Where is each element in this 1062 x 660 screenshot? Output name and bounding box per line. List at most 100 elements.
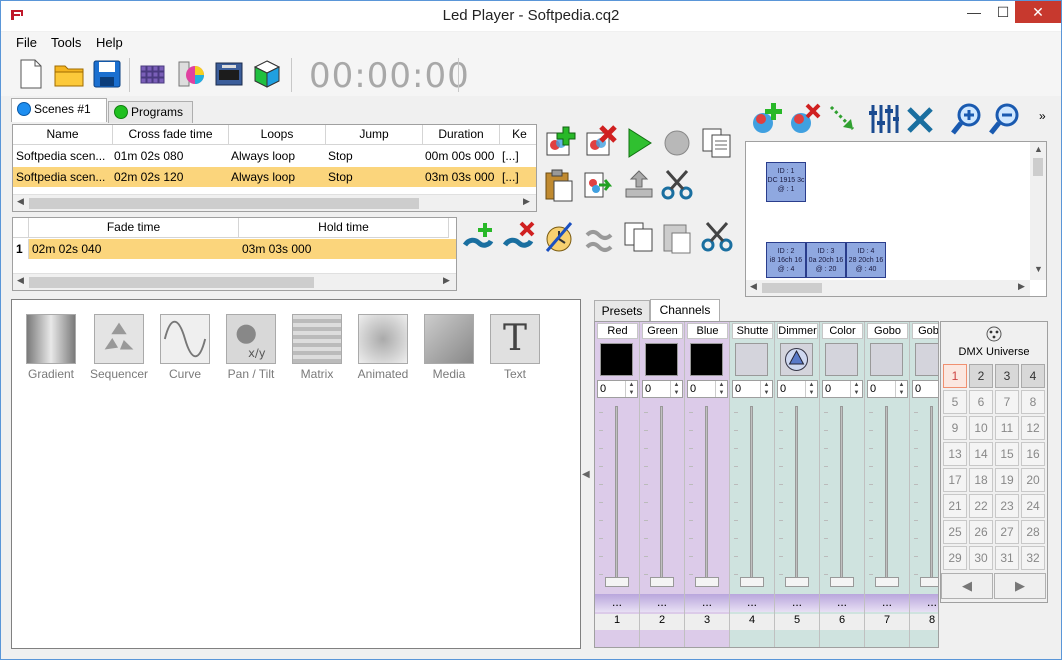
channel-menu-button[interactable]: ... [775, 594, 819, 612]
channel-value-spinner[interactable]: 0▲▼ [777, 380, 818, 398]
channel-color-swatch[interactable] [645, 343, 678, 376]
menu-help[interactable]: Help [96, 35, 123, 50]
delete-scene-icon[interactable] [581, 125, 617, 161]
fader-track[interactable] [930, 406, 933, 586]
close-button[interactable]: ✕ [1015, 1, 1061, 23]
channel-color-swatch[interactable] [915, 343, 938, 376]
dmx-universe-button[interactable]: 9 [943, 416, 967, 440]
delete-step-icon[interactable] [501, 219, 537, 255]
dmx-universe-button[interactable]: 12 [1021, 416, 1045, 440]
scenes-hscrollbar[interactable]: ◀ ▶ [13, 194, 536, 211]
dmx-universe-button[interactable]: 10 [969, 416, 993, 440]
column-header[interactable]: Hold time [239, 218, 449, 238]
settings-tools-icon[interactable] [903, 101, 939, 137]
menu-file[interactable]: File [16, 35, 37, 50]
column-header[interactable]: Cross fade time [113, 125, 229, 145]
channel-value-spinner[interactable]: 0▲▼ [912, 380, 938, 398]
channel-color-swatch[interactable] [600, 343, 633, 376]
fader-track[interactable] [660, 406, 663, 586]
stop-icon[interactable] [659, 125, 695, 161]
fader-track[interactable] [705, 406, 708, 586]
effect-curve[interactable]: Curve [154, 314, 216, 381]
tab-programs[interactable]: Programs [108, 101, 193, 123]
channel-color-swatch[interactable] [870, 343, 903, 376]
dmx-universe-button[interactable]: 26 [969, 520, 993, 544]
effect-media[interactable]: Media [418, 314, 480, 381]
dmx-universe-button[interactable]: 13 [943, 442, 967, 466]
channel-color-swatch[interactable] [780, 343, 813, 376]
fixture-box[interactable]: ID : 3 0a 20ch 16 @ : 20 [806, 242, 846, 278]
tab-presets[interactable]: Presets [594, 300, 650, 322]
fader-track[interactable] [840, 406, 843, 586]
matrix-grid-icon[interactable] [137, 58, 169, 90]
tab-channels[interactable]: Channels [650, 299, 720, 323]
spinner-arrows-icon[interactable]: ▲ ▼ [850, 381, 862, 397]
copy-icon[interactable] [699, 125, 735, 161]
spinner-arrows-icon[interactable]: ▲ ▼ [625, 381, 637, 397]
link-step-icon[interactable] [581, 219, 617, 255]
channel-value-spinner[interactable]: 0▲▼ [687, 380, 728, 398]
fader-thumb[interactable] [650, 577, 674, 587]
effect-sequencer[interactable]: Sequencer [88, 314, 150, 381]
fader-track[interactable] [885, 406, 888, 586]
spinner-arrows-icon[interactable]: ▲ ▼ [760, 381, 772, 397]
dmx-universe-button[interactable]: 14 [969, 442, 993, 466]
effect-matrix[interactable]: Matrix [286, 314, 348, 381]
table-row[interactable]: Softpedia scen... 01m 02s 080 Always loo… [13, 146, 536, 166]
timer-clock-icon[interactable] [541, 219, 577, 255]
column-header[interactable]: Ke [500, 125, 536, 145]
fader-thumb[interactable] [785, 577, 809, 587]
channel-menu-button[interactable]: ... [730, 594, 774, 612]
channel-menu-button[interactable]: ... [910, 594, 938, 612]
fader-track[interactable] [750, 406, 753, 586]
new-file-icon[interactable] [15, 58, 47, 90]
dmx-universe-button[interactable]: 3 [995, 364, 1019, 388]
add-scene-icon[interactable] [541, 125, 577, 161]
import-scene-icon[interactable] [581, 167, 617, 203]
dmx-universe-button[interactable]: 7 [995, 390, 1019, 414]
dmx-universe-button[interactable]: 5 [943, 390, 967, 414]
effect-animated[interactable]: Animated [352, 314, 414, 381]
dmx-universe-button[interactable]: 21 [943, 494, 967, 518]
effect-text[interactable]: T Text [484, 314, 546, 381]
effect-pan-tilt[interactable]: x/y Pan / Tilt [220, 314, 282, 381]
channel-value-spinner[interactable]: 0▲▼ [642, 380, 683, 398]
fader-thumb[interactable] [695, 577, 719, 587]
dmx-universe-button[interactable]: 2 [969, 364, 993, 388]
dmx-universe-button[interactable]: 18 [969, 468, 993, 492]
scissors-icon[interactable] [659, 167, 695, 203]
column-header[interactable]: Name [13, 125, 113, 145]
zoom-out-icon[interactable] [987, 101, 1023, 137]
dmx-universe-button[interactable]: 11 [995, 416, 1019, 440]
dmx-universe-button[interactable]: 32 [1021, 546, 1045, 570]
scroll-thumb[interactable] [762, 283, 822, 293]
menu-tools[interactable]: Tools [51, 35, 81, 50]
remove-fixture-icon[interactable] [787, 101, 823, 137]
spinner-arrows-icon[interactable]: ▲ ▼ [715, 381, 727, 397]
scroll-left-icon[interactable]: ◀ [17, 196, 24, 207]
add-fixture-icon[interactable] [749, 101, 785, 137]
dmx-universe-button[interactable]: 1 [943, 364, 967, 388]
dmx-universe-button[interactable]: 15 [995, 442, 1019, 466]
save-icon[interactable] [91, 58, 123, 90]
spinner-arrows-icon[interactable]: ▲ ▼ [805, 381, 817, 397]
tab-scenes[interactable]: Scenes #1 [11, 98, 107, 122]
scroll-left-icon[interactable]: ◀ [750, 281, 757, 292]
zoom-in-icon[interactable] [949, 101, 985, 137]
dmx-universe-button[interactable]: 19 [995, 468, 1019, 492]
dmx-universe-button[interactable]: 24 [1021, 494, 1045, 518]
channel-value-spinner[interactable]: 0▲▼ [732, 380, 773, 398]
patch-arrow-icon[interactable] [825, 101, 861, 137]
fixture-box[interactable]: ID : 2 i8 16ch 16 @ : 4 [766, 242, 806, 278]
dmx-universe-button[interactable]: 4 [1021, 364, 1045, 388]
toolbar-overflow-icon[interactable]: » [1039, 109, 1046, 123]
channel-value-spinner[interactable]: 0▲▼ [867, 380, 908, 398]
copy-step-icon[interactable] [621, 219, 657, 255]
table-row-selected[interactable]: 1 02m 02s 040 03m 03s 000 [13, 239, 456, 259]
add-step-icon[interactable] [461, 219, 497, 255]
fader-track[interactable] [615, 406, 618, 586]
cut-step-icon[interactable] [699, 219, 735, 255]
effect-gradient[interactable]: Gradient [20, 314, 82, 381]
fader-thumb[interactable] [740, 577, 764, 587]
dmx-universe-button[interactable]: 16 [1021, 442, 1045, 466]
